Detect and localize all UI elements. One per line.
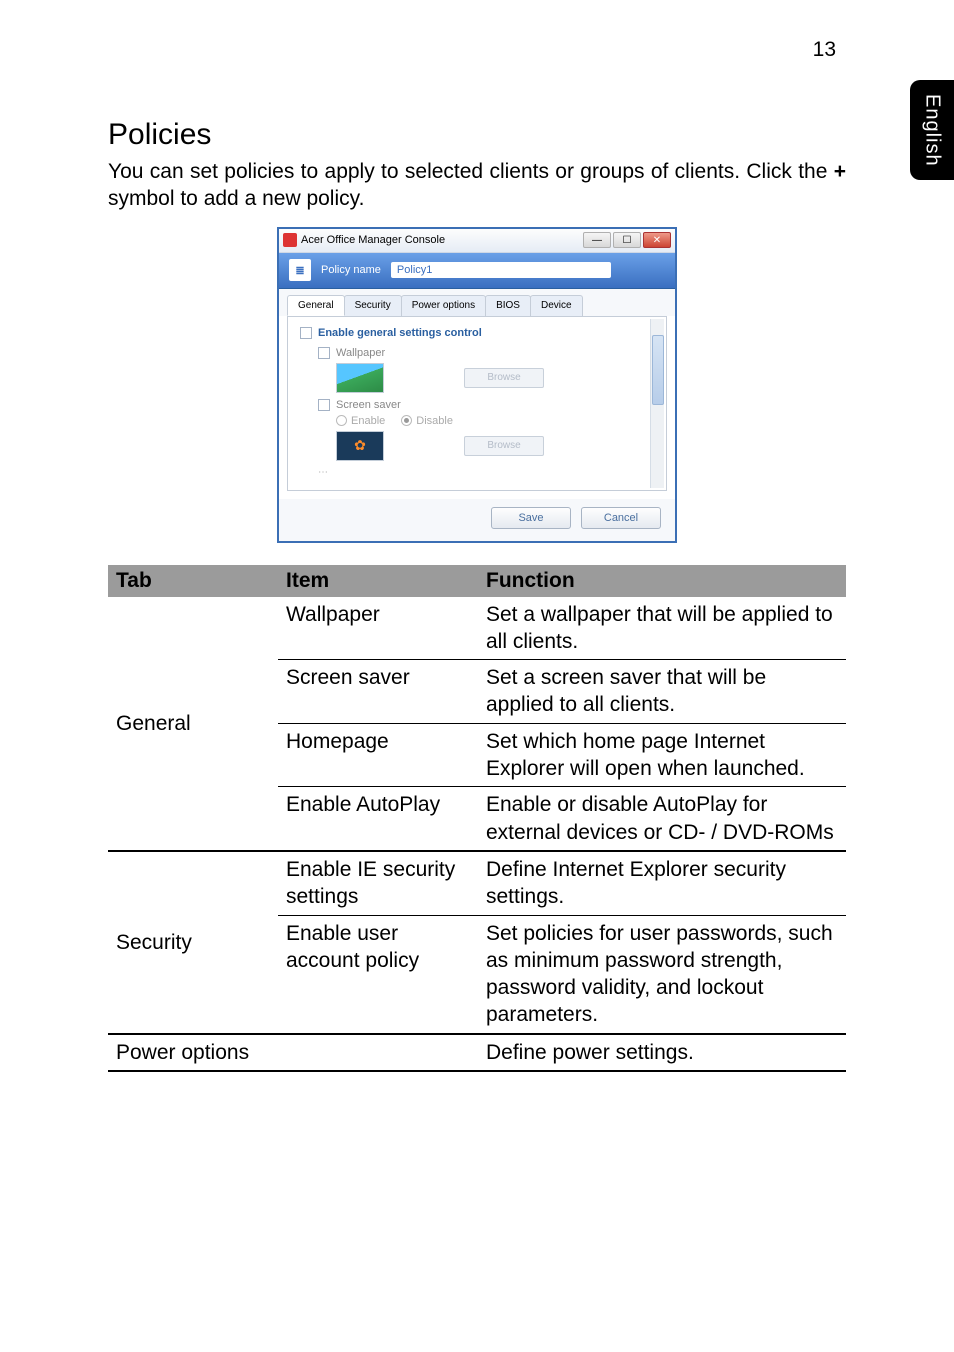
radio-enable-label: Enable bbox=[351, 415, 385, 427]
cell-function: Enable or disable AutoPlay for external … bbox=[478, 787, 846, 851]
table-row: General Wallpaper Set a wallpaper that w… bbox=[108, 597, 846, 660]
screensaver-thumbnail: ✿ bbox=[336, 431, 384, 461]
tab-security[interactable]: Security bbox=[344, 295, 402, 316]
truncated-indicator: ⋯ bbox=[318, 467, 654, 478]
wallpaper-section: Wallpaper Browse bbox=[318, 347, 654, 393]
scrollbar[interactable] bbox=[650, 319, 664, 488]
policy-name-label: Policy name bbox=[321, 264, 381, 276]
intro-text-1: You can set policies to apply to selecte… bbox=[108, 160, 834, 183]
page-content: Policies You can set policies to apply t… bbox=[108, 118, 846, 1072]
browse-button[interactable]: Browse bbox=[464, 436, 544, 456]
cancel-button[interactable]: Cancel bbox=[581, 507, 661, 529]
radio-icon bbox=[336, 415, 347, 426]
radio-icon bbox=[401, 415, 412, 426]
table-row: Security Enable IE security settings Def… bbox=[108, 851, 846, 915]
cell-item: Enable IE security settings bbox=[278, 851, 478, 915]
plus-symbol: + bbox=[834, 160, 846, 183]
table-header-row: Tab Item Function bbox=[108, 565, 846, 597]
header-tab: Tab bbox=[108, 565, 278, 597]
intro-paragraph: You can set policies to apply to selecte… bbox=[108, 158, 846, 213]
cell-item: Wallpaper bbox=[278, 597, 478, 660]
window-title: Acer Office Manager Console bbox=[301, 234, 445, 246]
dialog-footer: Save Cancel bbox=[279, 499, 675, 541]
screensaver-row[interactable]: Screen saver bbox=[318, 399, 654, 411]
titlebar-left: Acer Office Manager Console bbox=[283, 233, 445, 247]
wallpaper-label: Wallpaper bbox=[336, 347, 385, 359]
intro-text-2: symbol to add a new policy. bbox=[108, 187, 364, 210]
checkbox-icon[interactable] bbox=[318, 399, 330, 411]
wallpaper-thumbnail bbox=[336, 363, 384, 393]
cell-tab: Power options bbox=[108, 1034, 278, 1071]
cell-function: Set policies for user passwords, such as… bbox=[478, 915, 846, 1034]
cell-item: Homepage bbox=[278, 723, 478, 787]
header-item: Item bbox=[278, 565, 478, 597]
policy-icon: ≣ bbox=[289, 259, 311, 281]
screenshot-container: Acer Office Manager Console — ☐ ✕ ≣ Poli… bbox=[108, 227, 846, 543]
tab-row: General Security Power options BIOS Devi… bbox=[279, 289, 675, 316]
cell-item: Enable AutoPlay bbox=[278, 787, 478, 851]
screensaver-thumb-row: ✿ Browse bbox=[336, 431, 654, 461]
app-window: Acer Office Manager Console — ☐ ✕ ≣ Poli… bbox=[277, 227, 677, 543]
policy-name-input[interactable]: Policy1 bbox=[391, 262, 611, 278]
app-icon bbox=[283, 233, 297, 247]
enable-general-label: Enable general settings control bbox=[318, 327, 482, 339]
cell-item bbox=[278, 1034, 478, 1071]
table-row: Power options Define power settings. bbox=[108, 1034, 846, 1071]
cell-function: Define power settings. bbox=[478, 1034, 846, 1071]
page-number: 13 bbox=[813, 38, 836, 62]
cell-function: Set a screen saver that will be applied … bbox=[478, 660, 846, 724]
cell-tab: General bbox=[108, 597, 278, 851]
checkbox-icon[interactable] bbox=[300, 327, 312, 339]
scroll-thumb[interactable] bbox=[652, 335, 664, 405]
radio-disable-label: Disable bbox=[416, 415, 453, 427]
minimize-button[interactable]: — bbox=[583, 232, 611, 248]
cell-tab: Security bbox=[108, 851, 278, 1034]
cell-item: Screen saver bbox=[278, 660, 478, 724]
policy-header: ≣ Policy name Policy1 bbox=[279, 253, 675, 289]
header-function: Function bbox=[478, 565, 846, 597]
cell-function: Define Internet Explorer security settin… bbox=[478, 851, 846, 915]
tab-power-options[interactable]: Power options bbox=[401, 295, 486, 316]
enable-general-row[interactable]: Enable general settings control bbox=[300, 327, 654, 339]
browse-button[interactable]: Browse bbox=[464, 368, 544, 388]
checkbox-icon[interactable] bbox=[318, 347, 330, 359]
window-controls: — ☐ ✕ bbox=[583, 232, 671, 248]
tab-bios[interactable]: BIOS bbox=[485, 295, 531, 316]
radio-enable[interactable]: Enable bbox=[336, 415, 385, 427]
window-titlebar: Acer Office Manager Console — ☐ ✕ bbox=[279, 229, 675, 253]
radio-disable[interactable]: Disable bbox=[401, 415, 453, 427]
tab-body: Enable general settings control Wallpape… bbox=[287, 316, 667, 491]
tab-device[interactable]: Device bbox=[530, 295, 583, 316]
wallpaper-row[interactable]: Wallpaper bbox=[318, 347, 654, 359]
save-button[interactable]: Save bbox=[491, 507, 571, 529]
language-label: English bbox=[921, 94, 944, 167]
tab-general[interactable]: General bbox=[287, 295, 345, 316]
screensaver-label: Screen saver bbox=[336, 399, 401, 411]
close-button[interactable]: ✕ bbox=[643, 232, 671, 248]
screensaver-radio-row: Enable Disable bbox=[336, 415, 654, 427]
reference-table: Tab Item Function General Wallpaper Set … bbox=[108, 565, 846, 1072]
cell-item: Enable user account policy bbox=[278, 915, 478, 1034]
cell-function: Set which home page Internet Explorer wi… bbox=[478, 723, 846, 787]
wallpaper-thumb-row: Browse bbox=[336, 363, 654, 393]
screensaver-section: Screen saver Enable Disable ✿ Browse bbox=[318, 399, 654, 461]
cell-function: Set a wallpaper that will be applied to … bbox=[478, 597, 846, 660]
language-side-tab[interactable]: English bbox=[910, 80, 954, 180]
maximize-button[interactable]: ☐ bbox=[613, 232, 641, 248]
section-heading: Policies bbox=[108, 118, 846, 152]
